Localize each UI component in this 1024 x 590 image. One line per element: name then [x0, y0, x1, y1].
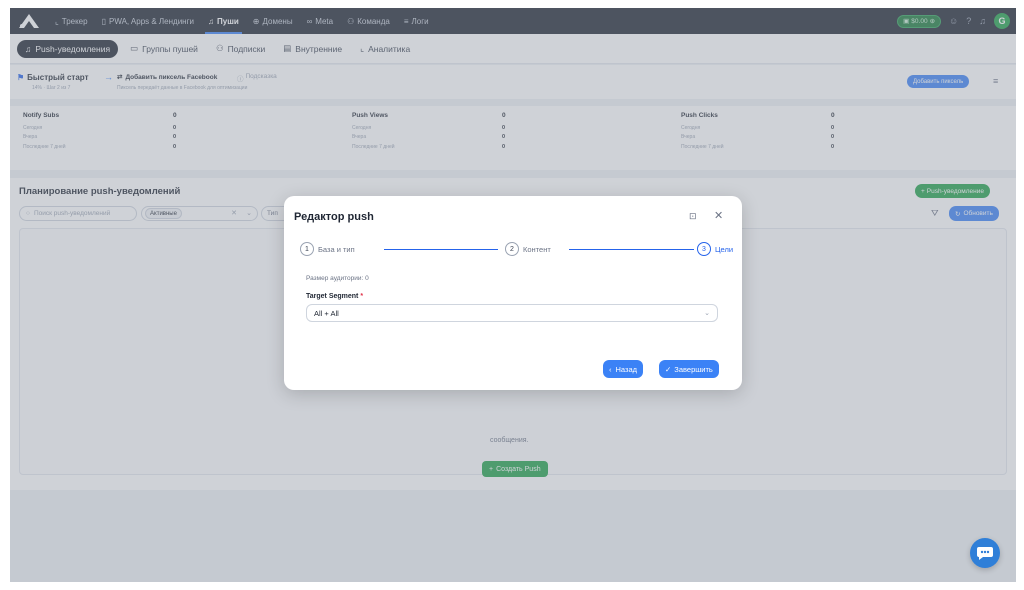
step-label: База и тип: [318, 244, 355, 254]
step-label: Цели: [715, 244, 734, 254]
step-number: 3: [697, 242, 711, 256]
step-connector: [384, 249, 498, 250]
step-content[interactable]: 2 Контент: [505, 242, 551, 256]
step-base[interactable]: 1 База и тип: [300, 242, 355, 256]
app-frame: ⌞ Трекер ▯ PWA, Apps & Лендинги ♫ Пуши ⊕…: [10, 8, 1016, 582]
target-segment-select[interactable]: All + All ⌄: [306, 304, 718, 322]
chevron-left-icon: ‹: [609, 364, 612, 374]
back-label: Назад: [615, 364, 638, 374]
modal-title: Редактор push: [294, 211, 374, 223]
step-number: 1: [300, 242, 314, 256]
stepper: 1 База и тип 2 Контент 3 Цели: [300, 242, 733, 258]
target-segment-value: All + All: [314, 308, 339, 318]
step-goals[interactable]: 3 Цели: [697, 242, 733, 256]
finish-button[interactable]: ✓ Завершить: [659, 360, 719, 378]
close-icon[interactable]: ✕: [714, 209, 723, 222]
step-label: Контент: [523, 244, 551, 254]
target-segment-label: Target Segment *: [306, 293, 363, 300]
chat-widget-button[interactable]: [970, 538, 1000, 568]
maximize-icon[interactable]: ⊡: [689, 211, 697, 222]
back-button[interactable]: ‹ Назад: [603, 360, 643, 378]
step-number: 2: [505, 242, 519, 256]
finish-label: Завершить: [674, 364, 713, 374]
chevron-down-icon: ⌄: [704, 310, 710, 317]
target-segment-label-text: Target Segment: [306, 293, 359, 300]
push-editor-modal: Редактор push ⊡ ✕ 1 База и тип 2 Контент…: [284, 196, 742, 390]
chat-icon: [977, 547, 993, 560]
required-marker: *: [360, 293, 364, 300]
check-icon: ✓: [665, 364, 672, 374]
step-connector: [569, 249, 694, 250]
audience-size: Размер аудитории: 0: [306, 275, 369, 282]
